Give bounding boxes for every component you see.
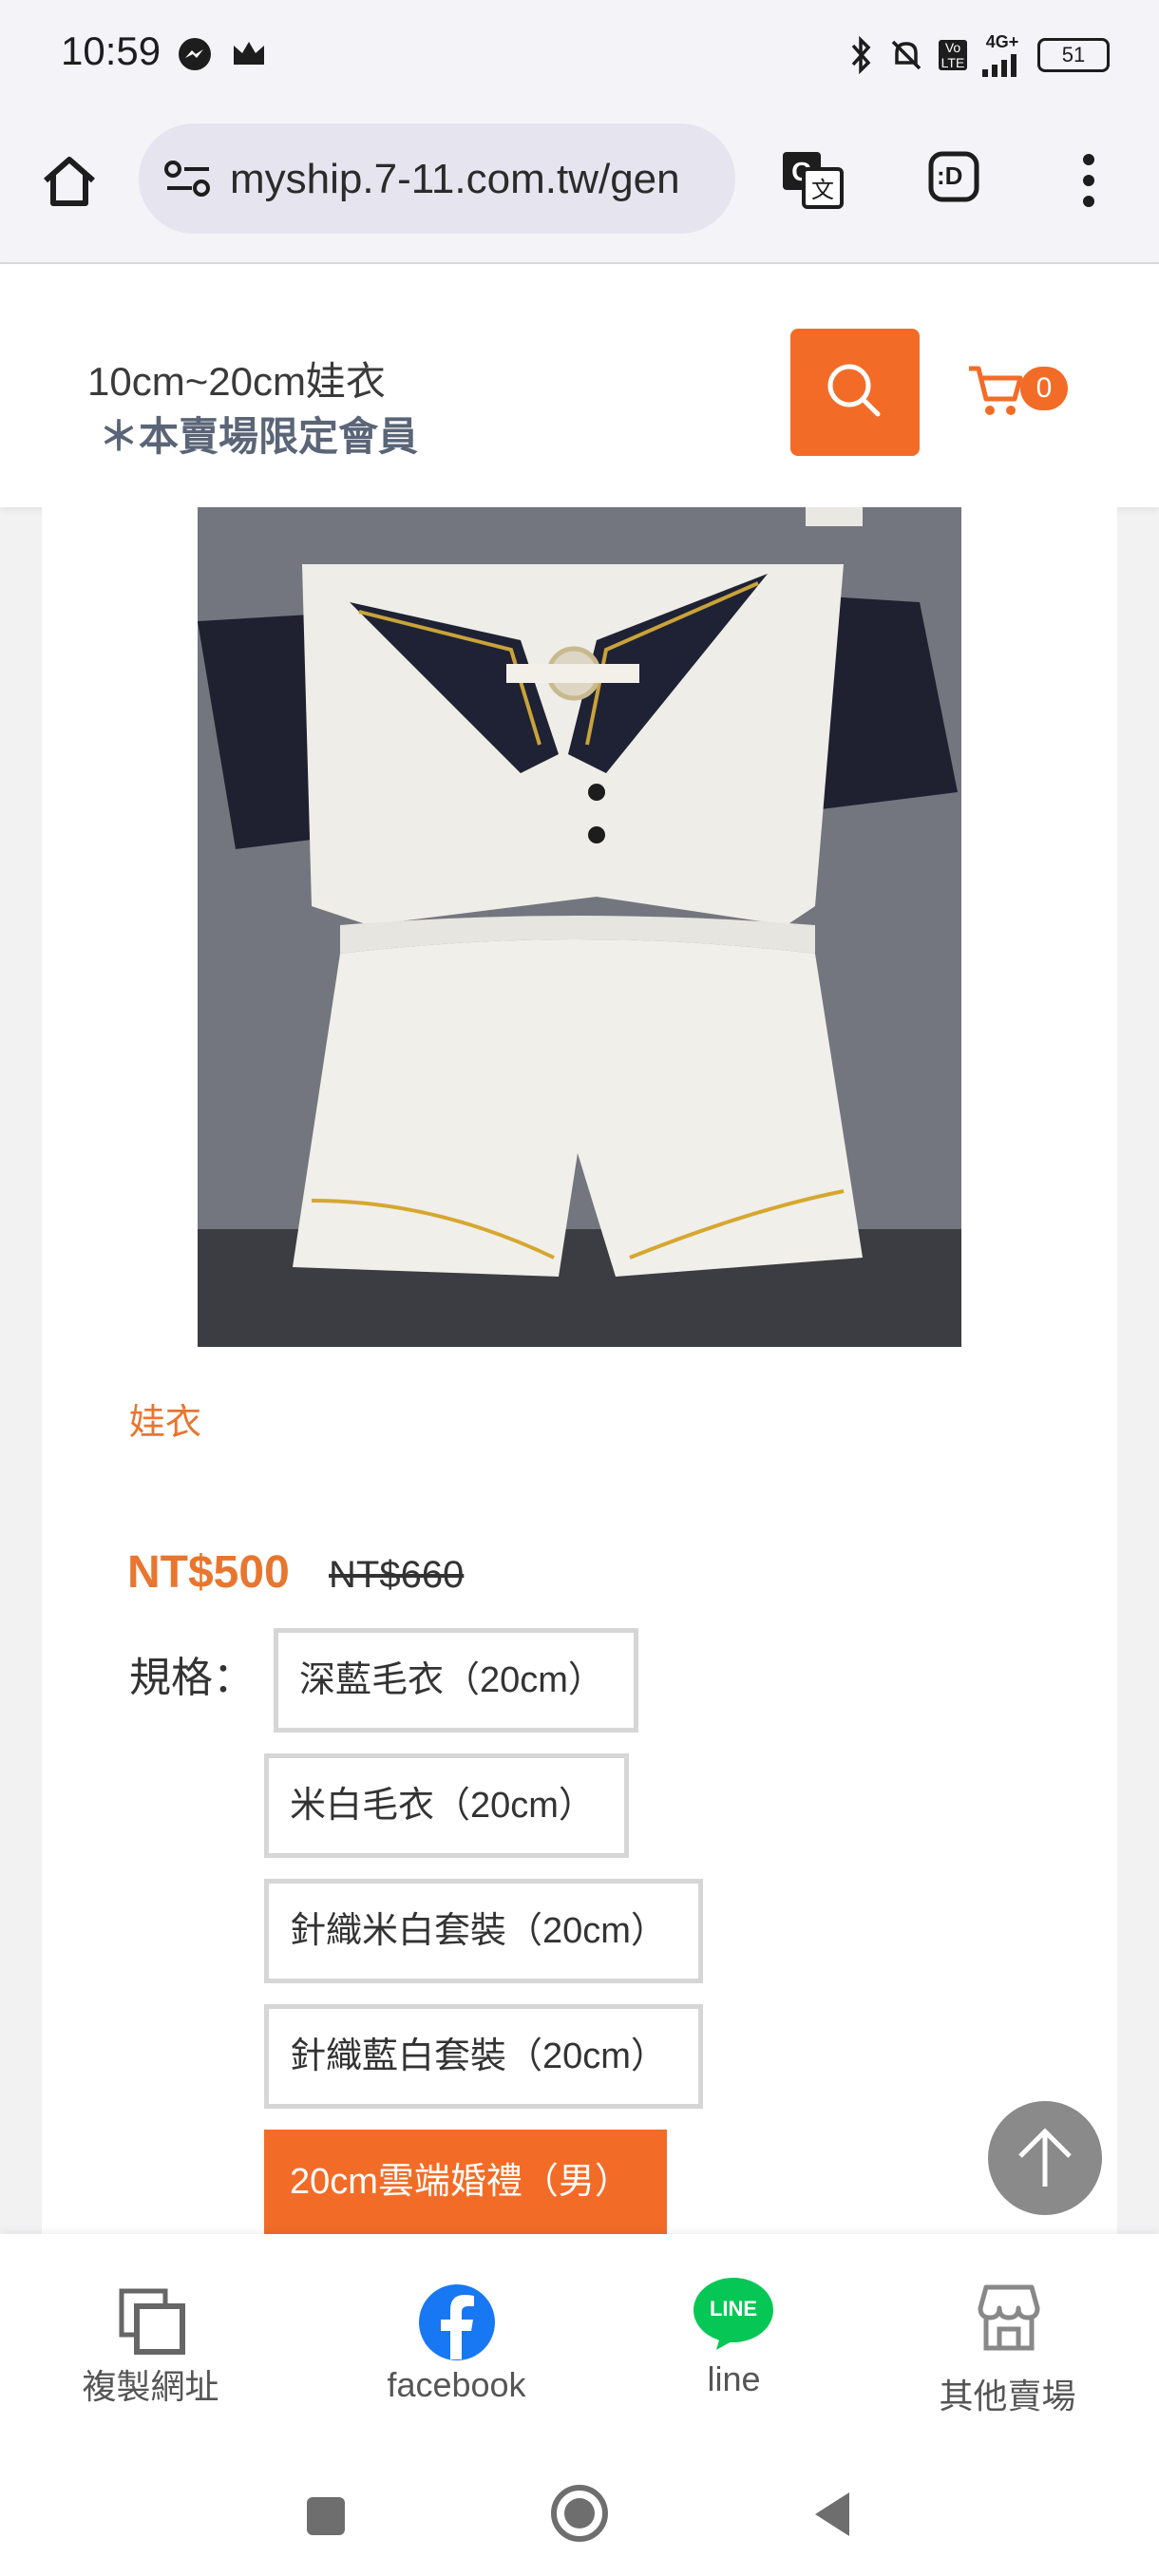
doll-outfit-image (198, 507, 961, 1347)
signal-icon: 4G+ (980, 32, 1024, 77)
line-badge-text: LINE (709, 2297, 758, 2320)
browser-menu-button[interactable] (1079, 152, 1098, 214)
volte-icon: Vo LTE (939, 39, 967, 70)
facebook-icon (419, 2284, 495, 2360)
copy-url-label: 複製網址 (82, 2367, 219, 2406)
spec-label: 規格： (129, 1655, 255, 1701)
arrow-up-icon (1018, 2128, 1072, 2187)
product-image[interactable] (198, 507, 961, 1347)
spec-option[interactable]: 米白毛衣（20cm） (264, 1753, 629, 1858)
spec-option[interactable]: 針織藍白套裝（20cm） (264, 2004, 703, 2109)
other-stores-button[interactable]: 其他賣場 (863, 2234, 1152, 2454)
battery-indicator: 51 (1037, 37, 1110, 72)
store-title: 10cm~20cm娃衣 (87, 359, 386, 404)
cart-count-badge: 0 (1020, 367, 1068, 410)
extension-button[interactable]: :D (927, 150, 980, 208)
home-icon (44, 157, 95, 206)
spec-option[interactable]: 針織米白套裝（20cm） (264, 1879, 703, 1983)
url-bar[interactable]: myship.7-11.com.tw/gen (139, 123, 735, 234)
recents-icon[interactable] (304, 2494, 348, 2538)
facebook-share-button[interactable]: facebook (312, 2234, 601, 2454)
extension-label: :D (937, 161, 963, 190)
svg-text:文: 文 (811, 177, 834, 203)
back-to-top-button[interactable] (988, 2101, 1102, 2215)
product-original-price: NT$660 (329, 1554, 465, 1596)
line-share-button[interactable]: LINE line (589, 2234, 879, 2454)
search-button[interactable] (790, 329, 920, 456)
crown-icon (234, 42, 264, 65)
line-label: line (707, 2359, 761, 2398)
bluetooth-icon (851, 35, 871, 74)
bottom-share-bar: 複製網址 facebook LINE line 其他賣場 (0, 2234, 1159, 2454)
spec-option-selected[interactable]: 20cm雲端婚禮（男） (264, 2130, 667, 2234)
site-settings-icon[interactable] (163, 160, 213, 198)
search-icon (827, 364, 881, 417)
product-price: NT$500 (127, 1547, 290, 1598)
home-button[interactable] (36, 148, 103, 215)
status-system-icons: Vo LTE 4G+ 51 (847, 32, 1110, 77)
store-icon (978, 2284, 1040, 2351)
translate-icon: G文 (783, 152, 844, 209)
translate-button[interactable]: G文 (779, 146, 846, 218)
status-notification-icons (177, 36, 268, 72)
messenger-icon (179, 38, 211, 70)
status-bar: 10:59 Vo LTE 4G+ 51 (0, 0, 1159, 112)
network-type: 4G+ (985, 32, 1019, 51)
more-vert-icon (1083, 154, 1094, 207)
spec-option[interactable]: 深藍毛衣（20cm） (274, 1628, 638, 1733)
home-nav-icon[interactable] (549, 2483, 610, 2544)
store-subtitle: ＊本賣場限定會員 (99, 414, 419, 459)
back-nav-icon[interactable] (809, 2489, 853, 2540)
browser-toolbar: myship.7-11.com.tw/gen G文 :D (0, 112, 1159, 264)
status-time: 10:59 (61, 28, 162, 73)
copy-icon (119, 2288, 185, 2355)
mute-bell-icon (891, 40, 922, 69)
copy-url-button[interactable]: 複製網址 (6, 2234, 295, 2454)
system-nav-bar (0, 2454, 1159, 2576)
product-category: 娃衣 (129, 1403, 202, 1443)
facebook-label: facebook (387, 2365, 526, 2404)
site-header: 10cm~20cm娃衣 ＊本賣場限定會員 0 (0, 264, 1159, 507)
url-text[interactable]: myship.7-11.com.tw/gen (230, 156, 724, 203)
other-stores-label: 其他賣場 (939, 2377, 1076, 2415)
